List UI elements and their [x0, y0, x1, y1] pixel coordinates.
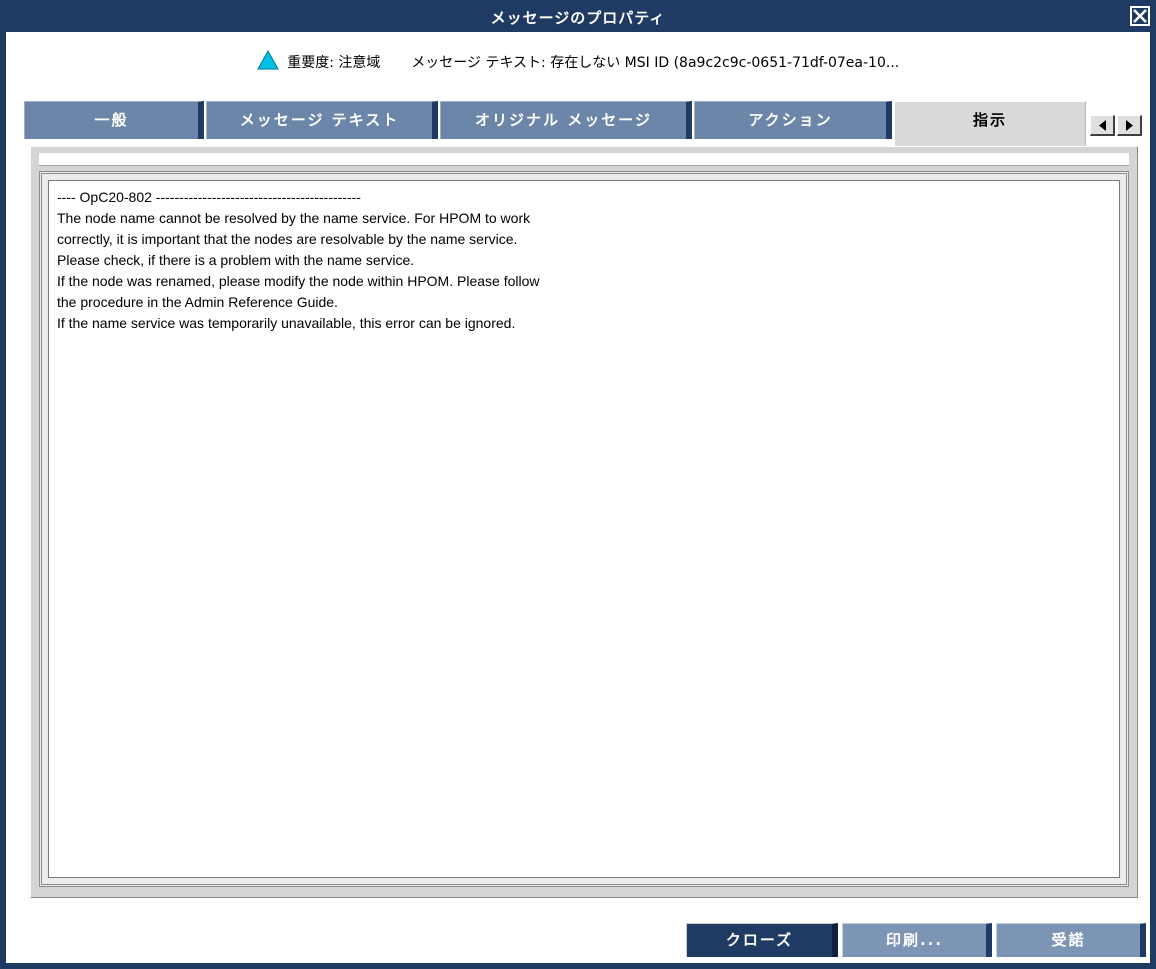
instruction-line: If the node was renamed, please modify t…	[57, 273, 540, 289]
instruction-line: If the name service was temporarily unav…	[57, 315, 516, 331]
window-title: メッセージのプロパティ	[490, 9, 666, 27]
severity-label: 重要度: 注意域	[287, 55, 381, 71]
instruction-line: correctly, it is important that the node…	[57, 231, 518, 247]
instructions-frame: ---- OpC20-802 -------------------------…	[39, 171, 1129, 887]
arrow-left-icon[interactable]	[1090, 115, 1115, 136]
instructions-panel: ---- OpC20-802 -------------------------…	[30, 146, 1138, 898]
instruction-line: ---- OpC20-802 -------------------------…	[57, 189, 361, 205]
tab-message-text[interactable]: メッセージ テキスト	[206, 101, 438, 139]
instruction-line: Please check, if there is a problem with…	[57, 252, 415, 268]
tab-actions[interactable]: アクション	[694, 101, 892, 139]
message-text-summary: メッセージ テキスト: 存在しない MSI ID (8a9c2c9c-0651-…	[411, 55, 900, 71]
warning-triangle-icon	[256, 49, 279, 74]
instruction-line: the procedure in the Admin Reference Gui…	[57, 294, 338, 310]
instructions-text-area[interactable]: ---- OpC20-802 -------------------------…	[48, 180, 1120, 878]
arrow-right-icon[interactable]	[1117, 115, 1142, 136]
tab-original-message[interactable]: オリジナル メッセージ	[440, 101, 692, 139]
message-properties-window: メッセージのプロパティ 重要度: 注意域 メッセージ テキスト: 存在しない M…	[0, 0, 1156, 969]
tab-scroll-controls	[1090, 115, 1144, 136]
instruction-line: The node name cannot be resolved by the …	[57, 210, 531, 226]
panel-strip	[39, 153, 1129, 166]
tab-instructions[interactable]: 指示	[894, 101, 1086, 147]
message-summary: 重要度: 注意域 メッセージ テキスト: 存在しない MSI ID (8a9c2…	[6, 49, 1150, 74]
acknowledge-button[interactable]: 受諾	[996, 923, 1146, 957]
tab-general[interactable]: 一般	[24, 101, 204, 139]
title-bar[interactable]: メッセージのプロパティ	[0, 0, 1156, 32]
print-button[interactable]: 印刷...	[842, 923, 992, 957]
close-button[interactable]: クローズ	[686, 923, 838, 957]
close-icon[interactable]	[1130, 6, 1150, 26]
